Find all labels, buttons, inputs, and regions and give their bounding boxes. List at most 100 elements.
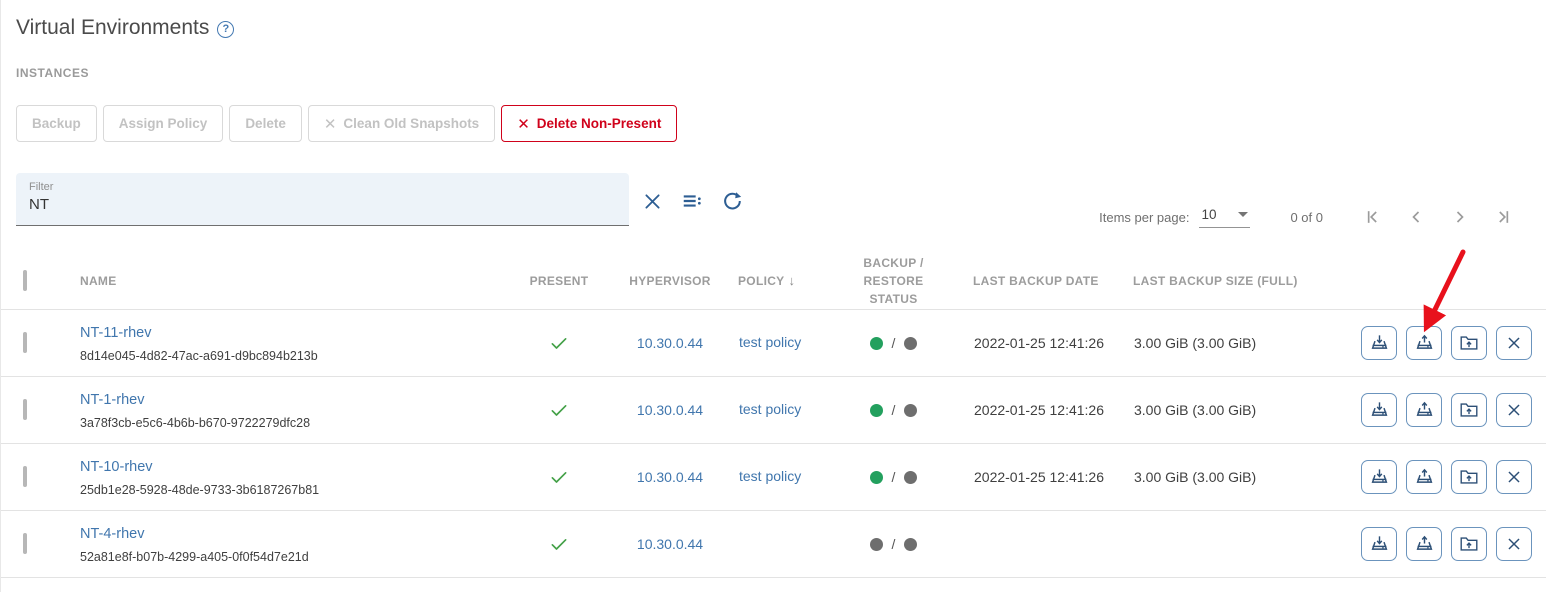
- restore-status-dot: [904, 404, 917, 417]
- next-page-icon: [1450, 207, 1470, 227]
- backup-action-button[interactable]: [1361, 326, 1397, 360]
- column-header-last-backup-size[interactable]: LAST BACKUP SIZE (FULL): [1126, 272, 1338, 290]
- restore-status-dot: [904, 538, 917, 551]
- filter-actions: [642, 190, 743, 212]
- filter-list-button[interactable]: [681, 190, 703, 212]
- last-backup-size: 3.00 GiB (3.00 GiB): [1126, 335, 1338, 351]
- restore-icon: [1413, 332, 1436, 355]
- mounted-backups-icon: [1458, 466, 1480, 488]
- column-header-status[interactable]: BACKUP / RESTORE STATUS: [821, 254, 966, 308]
- delete-non-present-button[interactable]: ✕ Delete Non-Present: [501, 105, 677, 142]
- restore-status-dot: [904, 337, 917, 350]
- policy-link[interactable]: test policy: [739, 401, 801, 417]
- previous-page-button[interactable]: [1402, 203, 1430, 231]
- instance-uuid: 3a78f3cb-e5c6-4b6b-b670-9722279dfc28: [80, 416, 509, 430]
- column-header-last-backup-date[interactable]: LAST BACKUP DATE: [966, 272, 1126, 290]
- restore-action-button[interactable]: [1406, 527, 1442, 561]
- restore-icon: [1413, 466, 1436, 489]
- last-page-button[interactable]: [1490, 203, 1518, 231]
- mounted-backups-icon: [1458, 332, 1480, 354]
- filter-input[interactable]: [29, 196, 617, 213]
- instances-table: NAME PRESENT HYPERVISOR POLICY ↓ BACKUP …: [1, 253, 1546, 578]
- delete-icon: [1503, 533, 1525, 555]
- items-per-page-label: Items per page:: [1099, 210, 1189, 225]
- delete-action-button[interactable]: [1496, 326, 1532, 360]
- mounted-backups-action-button[interactable]: [1451, 527, 1487, 561]
- restore-status-dot: [904, 471, 917, 484]
- policy-link[interactable]: test policy: [739, 468, 801, 484]
- column-header-hypervisor[interactable]: HYPERVISOR: [609, 272, 731, 290]
- backup-status-dot: [870, 538, 883, 551]
- backup-status-dot: [870, 404, 883, 417]
- row-checkbox[interactable]: [23, 332, 27, 353]
- delete-action-button[interactable]: [1496, 393, 1532, 427]
- backup-action-button[interactable]: [1361, 460, 1397, 494]
- delete-button-label: Delete: [245, 116, 286, 131]
- x-icon: ✕: [324, 115, 337, 133]
- last-backup-date: 2022-01-25 12:41:26: [966, 402, 1126, 418]
- instance-name-link[interactable]: NT-10-rhev: [80, 459, 153, 475]
- mounted-backups-action-button[interactable]: [1451, 393, 1487, 427]
- instance-name-link[interactable]: NT-1-rhev: [80, 392, 144, 408]
- filter-field[interactable]: Filter: [16, 173, 629, 226]
- first-page-button[interactable]: [1358, 203, 1386, 231]
- delete-action-button[interactable]: [1496, 527, 1532, 561]
- instance-uuid: 25db1e28-5928-48de-9733-3b6187267b81: [80, 483, 509, 497]
- mounted-backups-action-button[interactable]: [1451, 326, 1487, 360]
- page-title: Virtual Environments: [16, 16, 209, 40]
- clear-filter-button[interactable]: [642, 191, 663, 212]
- hypervisor-link[interactable]: 10.30.0.44: [637, 469, 703, 485]
- column-header-present[interactable]: PRESENT: [509, 272, 609, 290]
- mounted-backups-action-button[interactable]: [1451, 460, 1487, 494]
- backup-button-label: Backup: [32, 116, 81, 131]
- help-icon[interactable]: ?: [217, 21, 234, 38]
- paginator-range-label: 0 of 0: [1290, 210, 1323, 225]
- filter-row: Filter: [16, 173, 1532, 231]
- select-all-checkbox[interactable]: [23, 270, 27, 291]
- backup-action-button[interactable]: [1361, 393, 1397, 427]
- table-row: NT-4-rhev 52a81e8f-b07b-4299-a405-0f0f54…: [1, 511, 1546, 578]
- delete-non-present-label: Delete Non-Present: [537, 116, 662, 131]
- column-header-name[interactable]: NAME: [73, 272, 509, 290]
- last-page-icon: [1494, 207, 1514, 227]
- delete-button[interactable]: Delete: [229, 105, 302, 142]
- hypervisor-link[interactable]: 10.30.0.44: [637, 335, 703, 351]
- table-row: NT-1-rhev 3a78f3cb-e5c6-4b6b-b670-972227…: [1, 377, 1546, 444]
- last-backup-date: 2022-01-25 12:41:26: [966, 335, 1126, 351]
- first-page-icon: [1362, 207, 1382, 227]
- restore-action-button[interactable]: [1406, 393, 1442, 427]
- items-per-page-select[interactable]: 10: [1199, 207, 1250, 228]
- backup-icon: [1368, 533, 1391, 556]
- refresh-button[interactable]: [721, 190, 743, 212]
- row-checkbox[interactable]: [23, 466, 27, 487]
- next-page-button[interactable]: [1446, 203, 1474, 231]
- filter-field-label: Filter: [29, 181, 617, 193]
- backup-status-dot: [870, 471, 883, 484]
- status-separator: /: [892, 469, 896, 485]
- restore-action-button[interactable]: [1406, 460, 1442, 494]
- delete-action-button[interactable]: [1496, 460, 1532, 494]
- clear-icon: [642, 191, 663, 212]
- page-header: Virtual Environments ?: [16, 16, 1532, 40]
- hypervisor-link[interactable]: 10.30.0.44: [637, 536, 703, 552]
- backup-action-button[interactable]: [1361, 527, 1397, 561]
- backup-button[interactable]: Backup: [16, 105, 97, 142]
- row-checkbox[interactable]: [23, 533, 27, 554]
- policy-link[interactable]: test policy: [739, 334, 801, 350]
- last-backup-size: 3.00 GiB (3.00 GiB): [1126, 402, 1338, 418]
- mounted-backups-icon: [1458, 533, 1480, 555]
- filter-list-icon: [681, 190, 703, 212]
- instance-name-link[interactable]: NT-4-rhev: [80, 526, 144, 542]
- column-header-policy[interactable]: POLICY ↓: [731, 271, 821, 291]
- status-separator: /: [892, 536, 896, 552]
- status-separator: /: [892, 335, 896, 351]
- clean-old-snapshots-button[interactable]: ✕ Clean Old Snapshots: [308, 105, 495, 142]
- table-row: NT-11-rhev 8d14e045-4d82-47ac-a691-d9bc8…: [1, 310, 1546, 377]
- row-checkbox[interactable]: [23, 399, 27, 420]
- instance-name-link[interactable]: NT-11-rhev: [80, 325, 151, 341]
- assign-policy-button[interactable]: Assign Policy: [103, 105, 224, 142]
- restore-action-button[interactable]: [1406, 326, 1442, 360]
- hypervisor-link[interactable]: 10.30.0.44: [637, 402, 703, 418]
- paginator: Items per page: 10 0 of 0: [1099, 203, 1518, 231]
- instances-section-label: INSTANCES: [16, 66, 1532, 80]
